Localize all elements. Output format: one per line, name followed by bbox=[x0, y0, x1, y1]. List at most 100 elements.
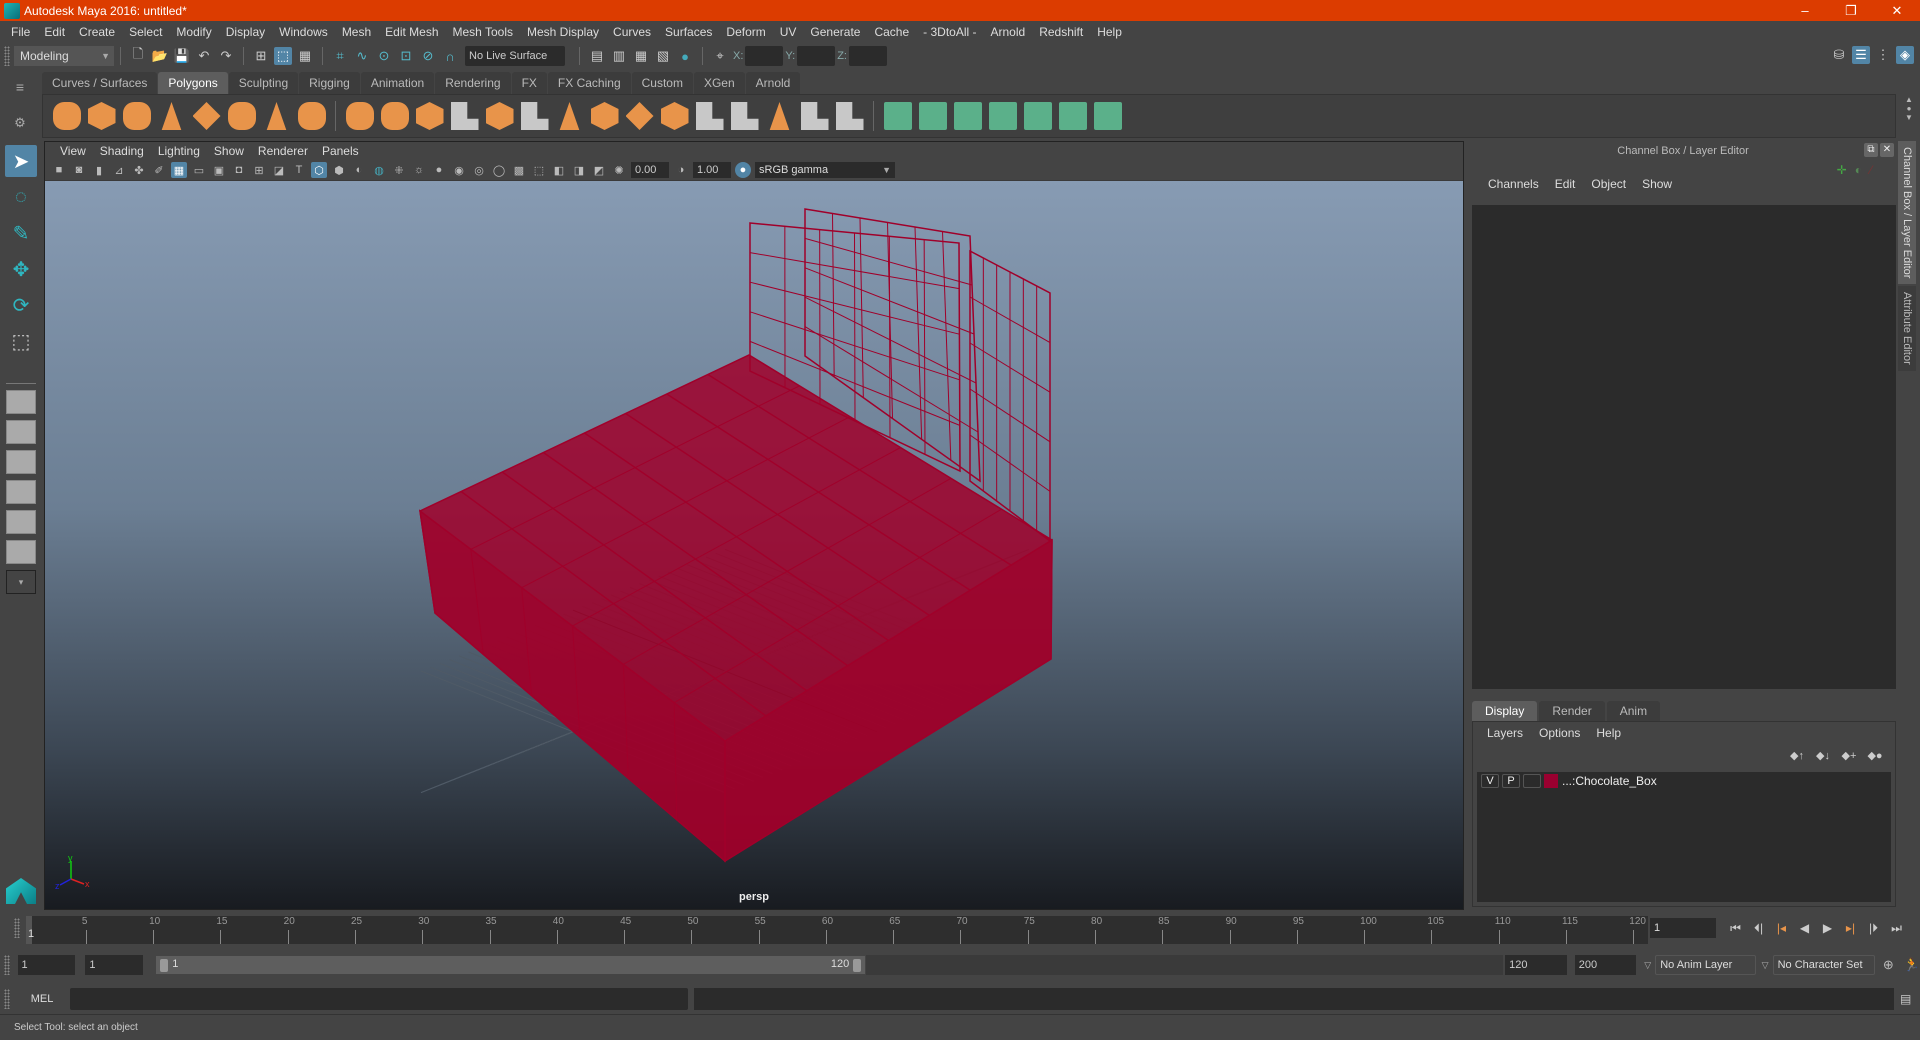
shelf-tab-sculpting[interactable]: Sculpting bbox=[228, 72, 299, 94]
bevel-edge-icon[interactable] bbox=[769, 102, 790, 130]
append-polygon-icon[interactable] bbox=[835, 102, 864, 130]
select-object-icon[interactable]: ⬚ bbox=[274, 47, 292, 65]
unfold-icon[interactable] bbox=[1023, 102, 1052, 130]
shelf-tab-custom[interactable]: Custom bbox=[631, 72, 693, 94]
poly-cone-icon[interactable] bbox=[161, 102, 182, 130]
menu-cache[interactable]: Cache bbox=[867, 25, 916, 39]
exposure-field[interactable]: 0.00 bbox=[631, 162, 669, 178]
planar-mapping-icon[interactable] bbox=[883, 102, 912, 130]
poly-sphere-icon[interactable] bbox=[52, 102, 81, 130]
anim-layer-dropdown[interactable]: No Anim Layer bbox=[1655, 955, 1756, 975]
grip-handle[interactable] bbox=[14, 918, 20, 938]
menu-set-dropdown[interactable]: Modeling ▼ bbox=[14, 46, 114, 66]
poly-cube-icon[interactable] bbox=[87, 102, 116, 130]
range-slider[interactable]: 1 120 bbox=[155, 955, 867, 975]
manip-toggle-icon[interactable]: ⁄ bbox=[1870, 163, 1872, 177]
bevel-icon[interactable] bbox=[520, 102, 549, 130]
tab-attribute-editor[interactable]: Attribute Editor bbox=[1898, 286, 1916, 372]
layer-editor-toggle-icon[interactable]: ◈ bbox=[1896, 46, 1914, 64]
step-forward-key-icon[interactable]: ▸| bbox=[1839, 921, 1862, 935]
script-editor-icon[interactable]: ▤ bbox=[1900, 992, 1911, 1006]
render-settings-icon[interactable]: ▧ bbox=[654, 47, 672, 65]
menu-edit[interactable]: Edit bbox=[37, 25, 72, 39]
select-hierarchy-icon[interactable]: ⊞ bbox=[252, 47, 270, 65]
new-scene-icon[interactable]: 🗋 bbox=[129, 46, 147, 65]
menu-deform[interactable]: Deform bbox=[719, 25, 772, 39]
poly-pipe-icon[interactable] bbox=[297, 102, 326, 130]
four-view-layout-icon[interactable] bbox=[6, 420, 36, 444]
xray-active-components-icon[interactable]: ◨ bbox=[571, 162, 587, 178]
default-material-icon[interactable]: ◐ bbox=[351, 162, 367, 178]
menu-3dtoall[interactable]: - 3DtoAll - bbox=[916, 25, 983, 39]
layer-menu-options[interactable]: Options bbox=[1531, 726, 1588, 740]
isolate-select-icon[interactable]: ⬚ bbox=[531, 162, 547, 178]
minimize-button[interactable]: – bbox=[1782, 0, 1828, 21]
move-layer-down-icon[interactable]: ◆↓ bbox=[1813, 749, 1833, 762]
scale-tool-icon[interactable]: ⬚ bbox=[5, 325, 37, 357]
viewport-menu-shading[interactable]: Shading bbox=[93, 144, 151, 158]
persp-graph-hypergraph-layout-icon[interactable] bbox=[6, 540, 36, 564]
field-chart-icon[interactable]: ⊞ bbox=[251, 162, 267, 178]
channel-box-toggle-icon[interactable]: ☰ bbox=[1852, 46, 1870, 64]
ipr-render-icon[interactable]: ▦ bbox=[632, 47, 650, 65]
layer-visibility-toggle[interactable]: V bbox=[1481, 774, 1499, 788]
transform-input-icon[interactable]: ⌖ bbox=[711, 47, 729, 65]
snap-view-plane-icon[interactable]: ⊡ bbox=[397, 47, 415, 65]
menu-surfaces[interactable]: Surfaces bbox=[658, 25, 719, 39]
camera-select-icon[interactable]: ■ bbox=[51, 162, 67, 178]
menu-mesh[interactable]: Mesh bbox=[335, 25, 378, 39]
hypershade-persp-layout-icon[interactable] bbox=[6, 510, 36, 534]
shelf-tab-arnold[interactable]: Arnold bbox=[745, 72, 801, 94]
new-empty-layer-icon[interactable]: ◆+ bbox=[1839, 749, 1859, 762]
render-current-icon[interactable]: ▥ bbox=[610, 47, 628, 65]
y-coord-field[interactable] bbox=[797, 46, 836, 66]
exposure-icon[interactable]: ✺ bbox=[611, 162, 627, 178]
save-scene-icon[interactable]: 💾 bbox=[173, 47, 191, 65]
playback-start-field[interactable]: 1 bbox=[85, 955, 144, 975]
camera-attributes-icon[interactable]: ◙ bbox=[71, 162, 87, 178]
viewport-menu-renderer[interactable]: Renderer bbox=[251, 144, 315, 158]
gamma-icon[interactable]: ◑ bbox=[673, 162, 689, 178]
axis-orientation-icon[interactable]: ✛ bbox=[1837, 163, 1847, 177]
anti-aliasing-icon[interactable]: ◯ bbox=[491, 162, 507, 178]
shadows-icon[interactable]: ● bbox=[431, 162, 447, 178]
chevron-down-icon[interactable]: ▽ bbox=[1644, 960, 1651, 971]
single-perspective-layout-icon[interactable] bbox=[6, 390, 36, 414]
shelf-menu-icon[interactable]: ≡ bbox=[16, 79, 24, 95]
channel-menu-edit[interactable]: Edit bbox=[1547, 177, 1584, 191]
range-start-handle[interactable] bbox=[160, 959, 169, 972]
step-forward-frame-icon[interactable]: |⏵ bbox=[1862, 921, 1885, 936]
scroll-down-icon[interactable]: ▼ bbox=[1905, 113, 1913, 122]
end-time-field[interactable]: 200 bbox=[1574, 955, 1637, 975]
depth-of-field-icon[interactable]: ▩ bbox=[511, 162, 527, 178]
shelf-scroll[interactable]: ▲ ● ▼ bbox=[1902, 95, 1916, 135]
layer-row[interactable]: V P ...:Chocolate_Box bbox=[1477, 772, 1891, 790]
grip-handle[interactable] bbox=[4, 955, 10, 975]
render-view-icon[interactable]: ▤ bbox=[588, 47, 606, 65]
gamma-field[interactable]: 1.00 bbox=[693, 162, 731, 178]
channel-menu-object[interactable]: Object bbox=[1583, 177, 1634, 191]
poly-pyramid-icon[interactable] bbox=[266, 102, 287, 130]
menu-windows[interactable]: Windows bbox=[272, 25, 335, 39]
viewport-menu-show[interactable]: Show bbox=[207, 144, 251, 158]
lasso-tool-icon[interactable]: ◌ bbox=[5, 181, 37, 213]
close-panel-icon[interactable]: ✕ bbox=[1880, 143, 1894, 157]
snap-grid-icon[interactable]: ⌗ bbox=[331, 47, 349, 65]
layer-menu-help[interactable]: Help bbox=[1588, 726, 1629, 740]
resolution-gate-icon[interactable]: ▣ bbox=[211, 162, 227, 178]
play-forwards-icon[interactable]: ▶ bbox=[1816, 921, 1839, 935]
channel-box[interactable] bbox=[1472, 205, 1896, 689]
separate-icon[interactable] bbox=[380, 102, 409, 130]
channel-menu-show[interactable]: Show bbox=[1634, 177, 1680, 191]
command-input[interactable] bbox=[70, 988, 688, 1010]
offset-edge-loop-icon[interactable] bbox=[730, 102, 759, 130]
multi-cut-icon[interactable] bbox=[559, 102, 580, 130]
layer-tab-anim[interactable]: Anim bbox=[1606, 701, 1661, 721]
step-back-frame-icon[interactable]: ⏴| bbox=[1747, 921, 1770, 936]
go-to-start-icon[interactable]: ⏮ bbox=[1724, 921, 1747, 936]
restore-button[interactable]: ❐ bbox=[1828, 0, 1874, 21]
z-coord-field[interactable] bbox=[848, 46, 887, 66]
command-language-label[interactable]: MEL bbox=[14, 993, 70, 1005]
paint-select-tool-icon[interactable]: ✎ bbox=[5, 217, 37, 249]
hypershade-icon[interactable]: ● bbox=[676, 47, 694, 65]
